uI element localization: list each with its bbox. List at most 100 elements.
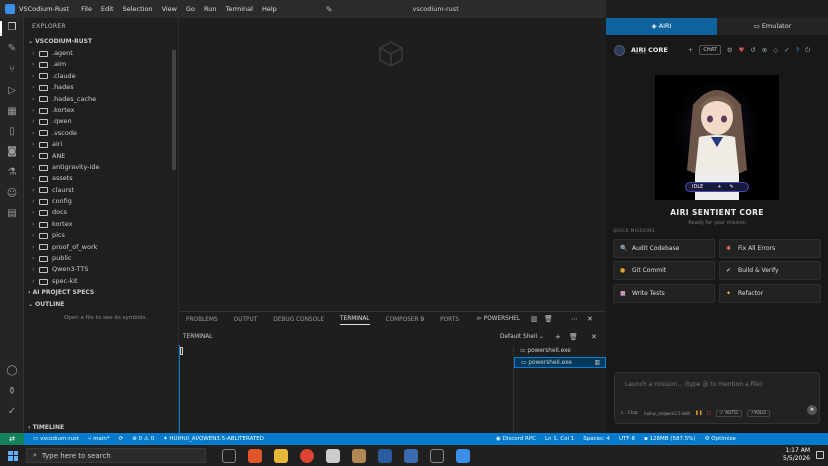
model-select[interactable]: huihui_ai/qwen3.5-abliterated xyxy=(644,411,690,416)
tab-airi[interactable]: ◈ AIRI xyxy=(606,18,717,35)
menu-edit[interactable]: Edit xyxy=(101,5,114,13)
close-panel-icon[interactable]: ✕ xyxy=(587,315,593,323)
idle-status-pill[interactable]: IDLE + ✎ xyxy=(685,182,749,192)
kill-terminal-icon[interactable]: 🗑 xyxy=(569,333,578,341)
tree-folder-item[interactable]: › .claude xyxy=(24,71,178,82)
tab-ports[interactable]: PORTS xyxy=(440,317,459,323)
taskbar-search[interactable]: ⌕ xyxy=(26,448,206,463)
pen-icon[interactable]: ✎ xyxy=(326,5,333,14)
tab-composer[interactable]: COMPOSER 9 xyxy=(386,317,425,323)
status-discord[interactable]: ◉ Discord RPC xyxy=(496,436,536,442)
menu-view[interactable]: View xyxy=(162,5,177,13)
notification-icon[interactable] xyxy=(816,451,824,459)
start-button[interactable] xyxy=(8,450,18,461)
tree-folder-item[interactable]: › assets xyxy=(24,173,178,184)
tree-folder-item[interactable]: › .vscode xyxy=(24,128,178,139)
status-project[interactable]: ▭ vscodium-rust xyxy=(33,436,79,442)
camera-icon[interactable]: ◙ xyxy=(6,146,18,158)
extensions-icon[interactable]: ▦ xyxy=(6,106,18,118)
status-spaces[interactable]: Spaces: 4 xyxy=(583,436,610,442)
menu-file[interactable]: File xyxy=(81,5,92,13)
section-ai-project-specs[interactable]: › AI PROJECT SPECS xyxy=(24,287,178,299)
taskbar-search-input[interactable] xyxy=(41,451,192,460)
package-icon[interactable]: ▤ xyxy=(6,208,18,220)
brave-browser-icon[interactable] xyxy=(248,448,262,463)
tree-folder-item[interactable]: › .agent xyxy=(24,48,178,59)
tree-folder-item[interactable]: › airi xyxy=(24,139,178,150)
run-debug-icon[interactable]: ▷ xyxy=(6,85,18,97)
heart-icon[interactable]: ♥ xyxy=(739,46,745,54)
tab-emulator[interactable]: ▭ Emulator xyxy=(717,18,828,35)
check-icon[interactable]: ✓ xyxy=(6,406,18,418)
chrome-icon[interactable] xyxy=(300,448,314,463)
status-model[interactable]: ✦ HUIHUI_AI/QWEN3.5-ABLITERATED xyxy=(163,436,264,442)
app-icon[interactable] xyxy=(326,448,340,463)
sidebar-scrollbar[interactable] xyxy=(172,50,176,170)
tree-folder-item[interactable]: › docs xyxy=(24,207,178,218)
mission-audit-codebase[interactable]: 🔍 Audit Codebase xyxy=(613,239,715,258)
terminal-app-icon[interactable] xyxy=(430,448,444,463)
powershell-icon[interactable] xyxy=(378,448,392,463)
terminal-instance[interactable]: ▭ powershell.exe xyxy=(514,346,606,357)
menu-go[interactable]: Go xyxy=(186,5,195,13)
tree-folder-item[interactable]: › ANE xyxy=(24,151,178,162)
trash-icon[interactable]: 🗑 xyxy=(544,315,553,323)
menu-run[interactable]: Run xyxy=(204,5,216,13)
tab-debug-console[interactable]: DEBUG CONSOLE xyxy=(273,317,324,323)
chat-button[interactable]: CHAT xyxy=(699,45,721,55)
mission-git-commit[interactable]: ● Git Commit xyxy=(613,261,715,280)
status-optimize[interactable]: ⚙ Optimize xyxy=(705,436,736,442)
mission-write-tests[interactable]: ■ Write Tests xyxy=(613,284,715,303)
tree-folder-item[interactable]: › Qwen3-TTS xyxy=(24,264,178,275)
tab-output[interactable]: OUTPUT xyxy=(234,317,258,323)
workspace-header[interactable]: ⌄ VSCODIUM-RUST xyxy=(24,36,178,48)
remote-indicator-icon[interactable]: ⇄ xyxy=(0,433,24,445)
chat-mode-select[interactable]: Chat xyxy=(628,411,639,416)
terminal-cursor[interactable] xyxy=(180,347,183,355)
remote-icon[interactable]: ☺ xyxy=(6,188,18,200)
settings-icon[interactable]: ⚙ xyxy=(727,46,733,54)
account-icon[interactable]: ◯ xyxy=(6,365,18,377)
status-position[interactable]: Ln 1, Col 1 xyxy=(545,436,574,442)
tree-folder-item[interactable]: › antigravity-ide xyxy=(24,162,178,173)
menu-selection[interactable]: Selection xyxy=(123,5,153,13)
menu-help[interactable]: Help xyxy=(262,5,277,13)
tree-folder-item[interactable]: › spec-kit xyxy=(24,276,178,287)
add-icon[interactable]: + xyxy=(688,46,693,54)
paint-icon[interactable]: ⚱ xyxy=(6,386,18,398)
globe-icon[interactable]: ⊕ xyxy=(762,46,767,54)
tree-folder-item[interactable]: › config xyxy=(24,196,178,207)
more-icon[interactable]: ⋯ xyxy=(571,315,578,323)
tree-folder-item[interactable]: › .hades_cache xyxy=(24,94,178,105)
tree-folder-item[interactable]: › .hades xyxy=(24,82,178,93)
section-outline[interactable]: ⌄ OUTLINE xyxy=(24,299,178,311)
mission-refactor[interactable]: ✦ Refactor xyxy=(719,284,821,303)
tree-folder-item[interactable]: › .aim xyxy=(24,59,178,70)
status-branch[interactable]: ⑂ main* xyxy=(88,436,110,442)
tree-folder-item[interactable]: › .qwen xyxy=(24,116,178,127)
terminal-instance-selected[interactable]: ▭ powershell.exe ▥ xyxy=(514,357,606,368)
tree-folder-item[interactable]: › claurst xyxy=(24,185,178,196)
tab-terminal[interactable]: TERMINAL xyxy=(340,316,370,325)
system-clock[interactable]: 1:17 AM 5/5/2026 xyxy=(783,447,810,463)
tree-folder-item[interactable]: › .kortex xyxy=(24,105,178,116)
help-icon[interactable]: ? xyxy=(796,46,799,54)
attach-icon[interactable]: ⌕ xyxy=(621,410,624,416)
tab-problems[interactable]: PROBLEMS xyxy=(186,317,218,323)
vscodium-taskbar-icon[interactable] xyxy=(456,448,470,463)
power-icon[interactable]: ⏻ xyxy=(805,46,810,55)
auto-toggle[interactable]: ✓ AUTO xyxy=(715,409,742,417)
default-shell-select[interactable]: Default Shell ⌄ xyxy=(500,334,544,340)
stop-icon[interactable]: □ xyxy=(707,411,711,416)
testing-icon[interactable]: ⚗ xyxy=(6,167,18,179)
menu-terminal[interactable]: Terminal xyxy=(225,5,252,13)
file-explorer-icon[interactable] xyxy=(274,448,288,463)
task-view-icon[interactable] xyxy=(222,448,236,463)
add-terminal-icon[interactable]: + xyxy=(555,333,561,341)
history-icon[interactable]: ↺ xyxy=(750,46,755,54)
split-icon[interactable]: ▥ xyxy=(595,358,600,369)
pause-icon[interactable]: ❚❚ xyxy=(695,411,703,416)
status-memory[interactable]: ▪ 128MB (587.5%) xyxy=(644,436,696,442)
editor-area[interactable] xyxy=(179,18,606,311)
arrow-app-icon[interactable] xyxy=(404,448,418,463)
